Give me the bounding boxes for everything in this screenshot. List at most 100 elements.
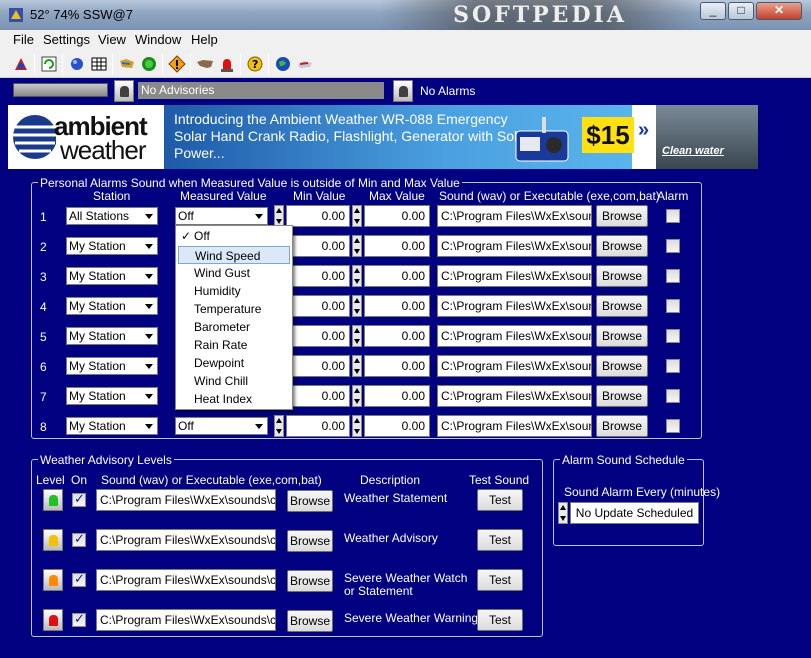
advisory-on-checkbox[interactable] <box>72 531 86 547</box>
browse-button[interactable]: Browse <box>596 415 648 437</box>
min-value[interactable]: 0.00 <box>286 295 350 317</box>
min-value[interactable]: 0.00 <box>286 355 350 377</box>
min-spinner[interactable] <box>274 415 284 437</box>
min-value[interactable]: 0.00 <box>286 205 350 227</box>
max-spinner[interactable] <box>352 325 362 347</box>
advisory-on-checkbox[interactable] <box>72 611 86 627</box>
option-humidity[interactable]: Humidity <box>178 282 290 300</box>
schedule-value[interactable]: No Update Scheduled <box>570 502 699 524</box>
min-value[interactable]: 0.00 <box>286 415 350 437</box>
max-value[interactable]: 0.00 <box>364 415 430 437</box>
ad-promo[interactable]: Introducing the Ambient Weather WR-088 E… <box>164 105 634 169</box>
advisory-browse-button[interactable]: Browse <box>287 570 333 592</box>
menu-window[interactable]: Window <box>135 32 181 47</box>
station-select[interactable]: My Station <box>66 387 158 405</box>
max-value[interactable]: 0.00 <box>364 355 430 377</box>
world-icon[interactable] <box>274 55 292 73</box>
min-value[interactable]: 0.00 <box>286 385 350 407</box>
grid-icon[interactable] <box>90 55 108 73</box>
app-icon[interactable] <box>12 55 30 73</box>
sound-path-input[interactable]: C:\Program Files\WxEx\sounds <box>437 265 592 287</box>
option-off[interactable]: ✓ Off <box>178 227 290 245</box>
browse-button[interactable]: Browse <box>596 295 648 317</box>
advisory-on-checkbox[interactable] <box>72 571 86 587</box>
help-icon[interactable]: ? <box>246 55 264 73</box>
menu-settings[interactable]: Settings <box>43 32 90 47</box>
menu-help[interactable]: Help <box>191 32 218 47</box>
max-value[interactable]: 0.00 <box>364 265 430 287</box>
minimize-button[interactable]: _ <box>700 2 726 20</box>
alarm-checkbox[interactable] <box>666 269 680 283</box>
us-map-icon[interactable] <box>196 55 214 73</box>
globe-icon[interactable] <box>68 55 86 73</box>
advisory-browse-button[interactable]: Browse <box>287 530 333 552</box>
ad-image[interactable]: Clean water <box>656 105 758 169</box>
station-select[interactable]: All Stations <box>66 207 158 225</box>
advisory-on-checkbox[interactable] <box>72 491 86 507</box>
advisory-sound-input[interactable]: C:\Program Files\WxEx\sounds\chir <box>96 569 276 591</box>
alarm-checkbox[interactable] <box>666 299 680 313</box>
level-lamp-icon[interactable] <box>43 529 63 551</box>
test-sound-button[interactable]: Test <box>477 489 523 511</box>
advisory-browse-button[interactable]: Browse <box>287 610 333 632</box>
browse-button[interactable]: Browse <box>596 385 648 407</box>
option-barometer[interactable]: Barometer <box>178 318 290 336</box>
sound-path-input[interactable]: C:\Program Files\WxEx\sounds <box>437 325 592 347</box>
max-value[interactable]: 0.00 <box>364 325 430 347</box>
browse-button[interactable]: Browse <box>596 205 648 227</box>
level-lamp-icon[interactable] <box>43 569 63 591</box>
option-wind-chill[interactable]: Wind Chill <box>178 372 290 390</box>
ad-link[interactable]: Clean water <box>662 145 724 157</box>
speaker-icon[interactable] <box>296 55 314 73</box>
test-sound-button[interactable]: Test <box>477 609 523 631</box>
option-heat-index[interactable]: Heat Index <box>178 390 290 408</box>
station-select[interactable]: My Station <box>66 267 158 285</box>
alarm-checkbox[interactable] <box>666 239 680 253</box>
station-select[interactable]: My Station <box>66 417 158 435</box>
max-spinner[interactable] <box>352 265 362 287</box>
max-value[interactable]: 0.00 <box>364 205 430 227</box>
min-value[interactable]: 0.00 <box>286 265 350 287</box>
sound-path-input[interactable]: C:\Program Files\WxEx\sounds <box>437 355 592 377</box>
ad-banner[interactable]: ambient weather Introducing the Ambient … <box>8 105 758 169</box>
station-select[interactable]: My Station <box>66 327 158 345</box>
min-value[interactable]: 0.00 <box>286 235 350 257</box>
min-spinner[interactable] <box>274 205 284 227</box>
station-select[interactable]: My Station <box>66 357 158 375</box>
browse-button[interactable]: Browse <box>596 235 648 257</box>
level-lamp-icon[interactable] <box>43 489 63 511</box>
station-select[interactable]: My Station <box>66 297 158 315</box>
sound-path-input[interactable]: C:\Program Files\WxEx\sounds <box>437 385 592 407</box>
ad-more-arrow[interactable]: » <box>638 119 649 142</box>
max-value[interactable]: 0.00 <box>364 295 430 317</box>
alarm-lamp[interactable] <box>393 80 413 102</box>
advisory-sound-input[interactable]: C:\Program Files\WxEx\sounds\chir <box>96 529 276 551</box>
radar-icon[interactable] <box>140 55 158 73</box>
warning-icon[interactable] <box>168 55 186 73</box>
max-value[interactable]: 0.00 <box>364 235 430 257</box>
advisory-sound-input[interactable]: C:\Program Files\WxEx\sounds\chir <box>96 489 276 511</box>
menu-view[interactable]: View <box>98 32 126 47</box>
alarm-checkbox[interactable] <box>666 419 680 433</box>
max-spinner[interactable] <box>352 385 362 407</box>
max-spinner[interactable] <box>352 235 362 257</box>
max-spinner[interactable] <box>352 295 362 317</box>
sound-path-input[interactable]: C:\Program Files\WxEx\sounds <box>437 235 592 257</box>
test-sound-button[interactable]: Test <box>477 569 523 591</box>
refresh-icon[interactable] <box>40 55 58 73</box>
browse-button[interactable]: Browse <box>596 355 648 377</box>
alarm-checkbox[interactable] <box>666 209 680 223</box>
schedule-spinner[interactable] <box>558 502 568 524</box>
sound-path-input[interactable]: C:\Program Files\WxEx\sounds <box>437 415 592 437</box>
advisory-sound-input[interactable]: C:\Program Files\WxEx\sounds\chir <box>96 609 276 631</box>
option-rain-rate[interactable]: Rain Rate <box>178 336 290 354</box>
browse-button[interactable]: Browse <box>596 325 648 347</box>
alarm-checkbox[interactable] <box>666 389 680 403</box>
max-spinner[interactable] <box>352 355 362 377</box>
max-value[interactable]: 0.00 <box>364 385 430 407</box>
browse-button[interactable]: Browse <box>596 265 648 287</box>
option-temperature[interactable]: Temperature <box>178 300 290 318</box>
station-select[interactable]: My Station <box>66 237 158 255</box>
level-lamp-icon[interactable] <box>43 609 63 631</box>
measured-select[interactable]: Off <box>175 417 268 435</box>
